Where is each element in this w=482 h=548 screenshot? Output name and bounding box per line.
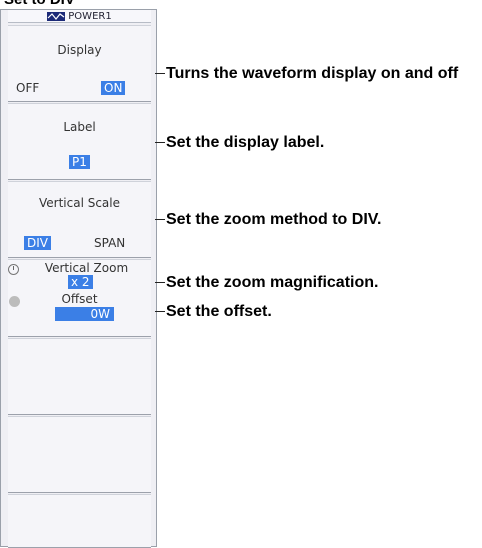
display-softkey[interactable]: Display OFF ON [8,25,151,102]
span-option[interactable]: SPAN [94,236,125,250]
vertical-zoom-title: Vertical Zoom [44,261,129,275]
display-title: Display [57,43,102,57]
label-leader [155,142,165,143]
offset-annotation: Set the offset. [166,303,272,320]
offset-leader [155,311,165,312]
scale-annotation: Set the zoom method to DIV. [166,211,382,228]
label-title: Label [63,120,96,134]
vertical-scale-softkey[interactable]: Vertical Scale DIV SPAN [8,181,151,258]
panel-header-title: POWER1 [68,10,112,22]
empty-softkey-3[interactable] [8,494,151,548]
scale-leader [155,219,165,220]
zoom-leader [155,282,165,283]
waveform-icon [47,11,66,21]
vertical-zoom-value[interactable]: x 2 [68,275,93,289]
zoom-annotation: Set the zoom magnification. [166,274,379,291]
figure-caption: Set to DIV [4,0,75,8]
softkey-panel: POWER1 Display OFF ON Label P1 Vertical … [0,9,157,548]
div-option[interactable]: DIV [24,236,51,250]
label-annotation: Set the display label. [166,134,325,151]
zoom-offset-softkey[interactable]: Vertical Zoom x 2 Offset 0W [8,259,151,337]
label-value: P1 [69,155,90,169]
vertical-scale-title: Vertical Scale [38,196,121,210]
offset-value[interactable]: 0W [55,307,114,321]
display-off-option[interactable]: OFF [16,81,39,95]
display-leader [155,73,165,74]
panel-header: POWER1 [8,10,151,23]
empty-softkey-2[interactable] [8,416,151,493]
offset-title: Offset [61,292,98,306]
label-softkey[interactable]: Label P1 [8,103,151,180]
empty-softkey-1[interactable] [8,338,151,415]
display-annotation: Turns the waveform display on and off [166,65,459,82]
display-on-option[interactable]: ON [101,81,126,95]
